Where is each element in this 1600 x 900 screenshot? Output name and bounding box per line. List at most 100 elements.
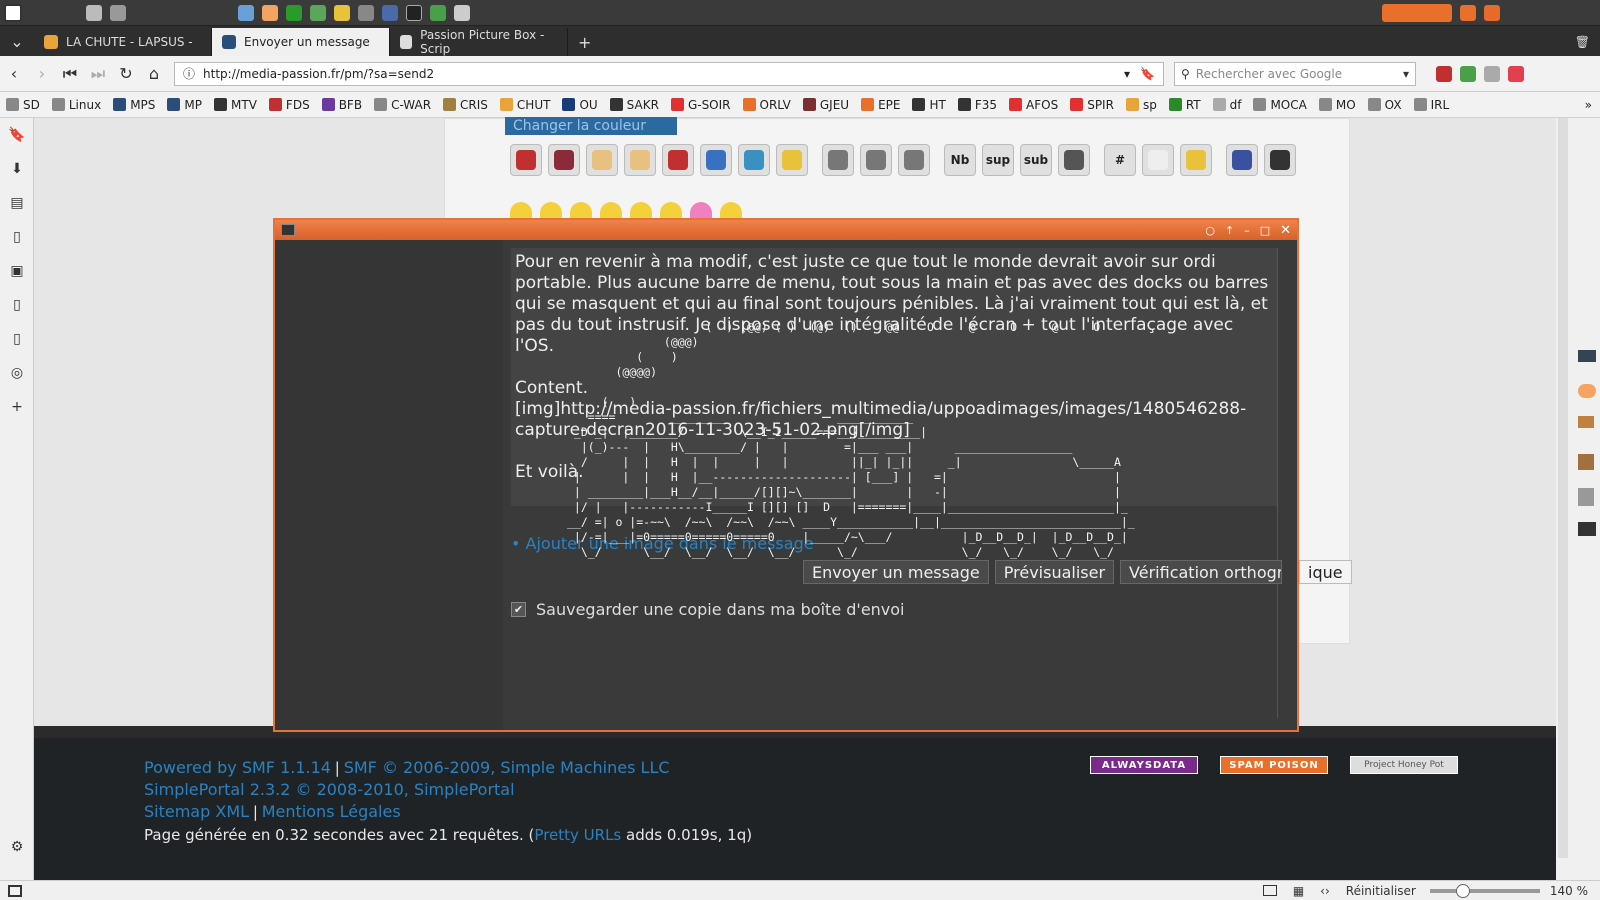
menu-chevron-icon[interactable]: ⌄ xyxy=(0,28,34,56)
legal-link[interactable]: Mentions Légales xyxy=(262,802,401,821)
editor-tool-button[interactable] xyxy=(1142,144,1174,176)
chat-icon[interactable]: ▣ xyxy=(0,254,34,288)
settings-gear-icon[interactable]: ⚙ xyxy=(0,830,34,864)
smiley-icon[interactable] xyxy=(660,202,682,218)
smf-link[interactable]: Powered by SMF 1.1.14 xyxy=(144,758,331,777)
editor-tool-button[interactable] xyxy=(700,144,732,176)
rewind-icon[interactable]: ⏮ xyxy=(56,64,84,84)
trash-icon[interactable]: 🗑 xyxy=(1565,28,1600,56)
fast-forward-icon[interactable]: ⏭ xyxy=(84,64,112,84)
notes-icon[interactable] xyxy=(334,4,350,21)
editor-tool-button[interactable]: Nb xyxy=(944,144,976,176)
image-icon[interactable]: ▦ xyxy=(1293,884,1304,898)
forward-icon[interactable]: › xyxy=(28,64,56,83)
bookmark-mps[interactable]: MPS xyxy=(113,98,155,112)
zoom-slider[interactable] xyxy=(1429,883,1540,898)
volume-icon[interactable] xyxy=(86,4,102,21)
globe-icon[interactable]: ◎ xyxy=(0,356,34,390)
smiley-icon[interactable] xyxy=(690,202,712,218)
code-icon[interactable]: ‹› xyxy=(1320,884,1330,898)
smiley-icon[interactable] xyxy=(510,202,532,218)
page-icon[interactable]: ▯ xyxy=(0,220,34,254)
terminal-icon[interactable] xyxy=(406,4,422,21)
smf-copyright-link[interactable]: SMF © 2006-2009, Simple Machines LLC xyxy=(344,758,670,777)
bookmark-sd[interactable]: SD xyxy=(6,98,40,112)
smiley-icon[interactable] xyxy=(540,202,562,218)
editor-tool-button[interactable] xyxy=(662,144,694,176)
bookmark-sp[interactable]: sp xyxy=(1125,98,1157,112)
simpleportal-link[interactable]: SimplePortal 2.3.2 © 2008-2010, SimplePo… xyxy=(144,780,515,799)
moon-icon[interactable] xyxy=(1578,384,1596,398)
page-icon[interactable]: ▯ xyxy=(0,322,34,356)
terminal-titlebar[interactable]: ○ ↑ – □ ✕ xyxy=(275,220,1297,240)
spellcheck-button[interactable]: Vérification orthogra xyxy=(1120,560,1283,584)
editor-tool-button[interactable] xyxy=(898,144,930,176)
bookmark-spir[interactable]: SPIR xyxy=(1070,98,1114,112)
bookmark-f35[interactable]: F35 xyxy=(957,98,997,112)
pocket-icon[interactable] xyxy=(1508,65,1524,82)
raise-icon[interactable]: ↑ xyxy=(1225,224,1234,237)
close-icon[interactable]: ✕ xyxy=(1280,223,1291,238)
bookmark-c-war[interactable]: C-WAR xyxy=(374,98,431,112)
bookmark-epe[interactable]: EPE xyxy=(861,98,900,112)
spam-poison-badge[interactable]: SPAM POISON xyxy=(1220,756,1328,774)
tab-passion-picture-box[interactable]: Passion Picture Box - Scrip xyxy=(390,28,568,56)
bookmark-moca[interactable]: MOCA xyxy=(1253,98,1307,112)
save-copy-checkbox[interactable]: ✔ xyxy=(511,602,526,617)
terminal-window[interactable]: ○ ↑ – □ ✕ Pour en revenir à ma modif, c'… xyxy=(273,218,1299,732)
bookmark-rt[interactable]: RT xyxy=(1168,98,1201,112)
extension-icon[interactable] xyxy=(1436,65,1452,82)
signal-icon[interactable] xyxy=(382,4,398,21)
editor-tool-button[interactable]: sup xyxy=(982,144,1014,176)
extension-icon[interactable] xyxy=(1484,65,1500,82)
tools-icon[interactable] xyxy=(454,4,470,21)
bookmark-mtv[interactable]: MTV xyxy=(214,98,257,112)
editor-tool-button[interactable] xyxy=(1226,144,1258,176)
sitemap-link[interactable]: Sitemap XML xyxy=(144,802,249,821)
bookmark-cris[interactable]: CRIS xyxy=(443,98,488,112)
tab-envoyer-message[interactable]: Envoyer un message xyxy=(212,28,390,56)
search-dropdown-icon[interactable]: ▾ xyxy=(1403,67,1409,81)
editor-tool-button[interactable] xyxy=(776,144,808,176)
panel-toggle-icon[interactable] xyxy=(8,884,22,897)
home-icon[interactable]: ⌂ xyxy=(140,64,168,83)
alwaysdata-badge[interactable]: ALWAYSDATA xyxy=(1090,756,1198,774)
bookmark-ou[interactable]: OU xyxy=(562,98,598,112)
maximize-icon[interactable]: □ xyxy=(1260,224,1270,237)
editor-tool-button[interactable] xyxy=(1058,144,1090,176)
bookmark-irl[interactable]: IRL xyxy=(1413,98,1449,112)
page-icon[interactable]: ▯ xyxy=(0,288,34,322)
wifi-icon[interactable] xyxy=(358,4,374,21)
new-tab-button[interactable]: + xyxy=(568,28,601,56)
editor-tool-button[interactable] xyxy=(1180,144,1212,176)
more-bookmarks-icon[interactable]: » xyxy=(1585,98,1592,112)
bookmark-icon[interactable]: 🔖 xyxy=(1140,67,1155,81)
monitor-icon[interactable] xyxy=(286,4,302,21)
preview-button[interactable]: Prévisualiser xyxy=(994,560,1115,584)
bird-icon[interactable] xyxy=(1578,416,1594,428)
site-info-icon[interactable]: ⓘ xyxy=(183,65,195,82)
back-icon[interactable]: ‹ xyxy=(0,64,28,83)
bookmark-orlv[interactable]: ORLV xyxy=(742,98,791,112)
spellcheck-button-tail[interactable]: ique xyxy=(1299,560,1352,584)
zoom-slider-thumb[interactable] xyxy=(1455,883,1470,898)
editor-tool-button[interactable] xyxy=(586,144,618,176)
extension-icon[interactable] xyxy=(1460,65,1476,82)
tiling-icon[interactable] xyxy=(1262,885,1277,896)
downloads-icon[interactable]: ⬇ xyxy=(0,152,34,186)
bookmark-afos[interactable]: AFOS xyxy=(1009,98,1058,112)
bookmarks-panel-icon[interactable]: 🔖 xyxy=(0,118,34,152)
smiley-icon[interactable] xyxy=(600,202,622,218)
bookmark-fds[interactable]: FDS xyxy=(268,98,310,112)
terminal-icon[interactable] xyxy=(1578,522,1596,536)
minimize-icon[interactable]: – xyxy=(1244,224,1250,237)
editor-tool-button[interactable] xyxy=(548,144,580,176)
bookmark-mo[interactable]: MO xyxy=(1318,98,1356,112)
vivaldi-logo-icon[interactable] xyxy=(4,3,22,22)
editor-tool-button[interactable] xyxy=(510,144,542,176)
bookmark-g-soir[interactable]: G-SOIR xyxy=(670,98,731,112)
bookmark-linux[interactable]: Linux xyxy=(51,98,101,112)
editor-tool-button[interactable] xyxy=(822,144,854,176)
editor-tool-button[interactable]: sub xyxy=(1020,144,1052,176)
add-panel-icon[interactable]: + xyxy=(0,390,34,424)
